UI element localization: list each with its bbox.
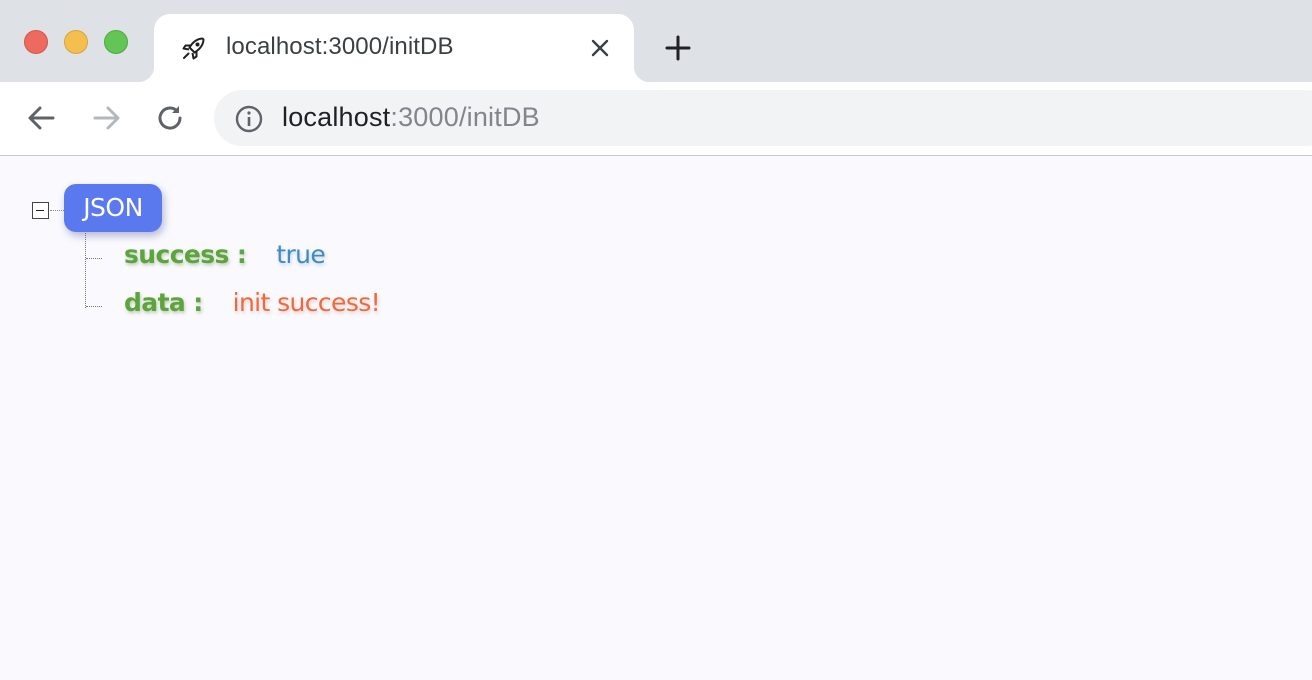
url-text[interactable]: localhost:3000/initDB <box>282 102 540 133</box>
browser-toolbar: localhost:3000/initDB <box>0 82 1312 156</box>
new-tab-icon[interactable] <box>662 32 694 64</box>
json-entry-success: success: true <box>124 240 326 269</box>
close-window-button[interactable] <box>24 30 48 54</box>
address-bar[interactable]: localhost:3000/initDB <box>214 90 1312 146</box>
tab-strip: localhost:3000/initDB <box>0 0 1312 82</box>
json-key: data <box>124 288 186 317</box>
tree-branch <box>86 258 102 259</box>
json-root-badge[interactable]: JSON <box>64 184 162 232</box>
json-separator: : <box>236 240 247 269</box>
tab-title: localhost:3000/initDB <box>226 33 454 60</box>
rocket-icon <box>182 37 205 60</box>
json-separator: : <box>193 288 203 317</box>
reload-icon[interactable] <box>152 100 188 136</box>
url-path: :3000/initDB <box>390 102 540 132</box>
arrow-left-icon[interactable] <box>24 100 60 136</box>
close-tab-icon[interactable] <box>588 36 612 60</box>
active-tab[interactable]: localhost:3000/initDB <box>138 14 650 82</box>
json-key: success <box>124 240 229 269</box>
url-host: localhost <box>282 102 391 132</box>
arrow-right-icon[interactable] <box>88 100 124 136</box>
minimize-window-button[interactable] <box>64 30 88 54</box>
json-entry-data: data: init success! <box>124 288 381 317</box>
tree-vertical-line <box>85 233 86 308</box>
json-viewer: JSON success: true data: init success! <box>0 157 1312 680</box>
info-icon[interactable] <box>234 104 264 134</box>
tree-branch <box>86 306 102 307</box>
tree-connector <box>50 210 64 211</box>
maximize-window-button[interactable] <box>104 30 128 54</box>
collapse-toggle-icon[interactable] <box>32 202 49 219</box>
json-value-boolean: true <box>276 240 326 269</box>
json-value-string: init success! <box>232 288 381 317</box>
